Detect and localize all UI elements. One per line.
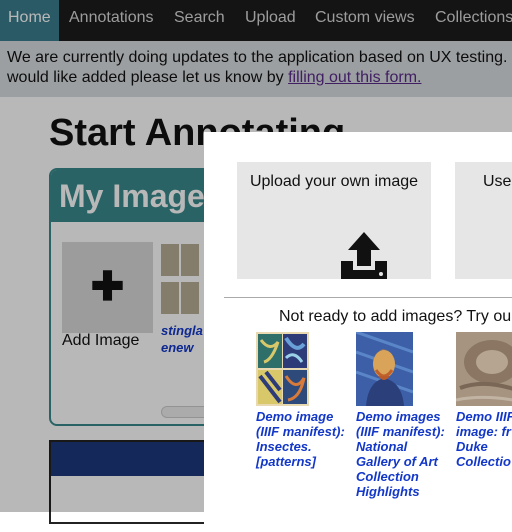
upload-own-image-option[interactable]: Upload your own image <box>237 162 431 279</box>
demo-insectes-thumbnail[interactable] <box>256 332 309 406</box>
add-image-modal: Upload your own image Use Not ready to a… <box>204 132 512 532</box>
demo-duke-thumbnail[interactable] <box>456 332 512 406</box>
upload-option-label: Upload your own image <box>249 173 419 190</box>
use-option-label: Use <box>483 173 512 190</box>
modal-divider <box>224 297 512 298</box>
use-existing-option[interactable]: Use <box>455 162 512 279</box>
demo-insectes-link[interactable]: Demo image (IIIF manifest): Insectes. [p… <box>256 409 351 469</box>
demo-nga-thumbnail[interactable] <box>356 332 413 406</box>
upload-icon <box>341 232 387 279</box>
demo-duke-link[interactable]: Demo IIIF image: fr Duke Collectio <box>456 409 512 469</box>
demo-nga-link[interactable]: Demo images (IIIF manifest): National Ga… <box>356 409 451 499</box>
try-demo-heading: Not ready to add images? Try ou <box>279 308 512 325</box>
